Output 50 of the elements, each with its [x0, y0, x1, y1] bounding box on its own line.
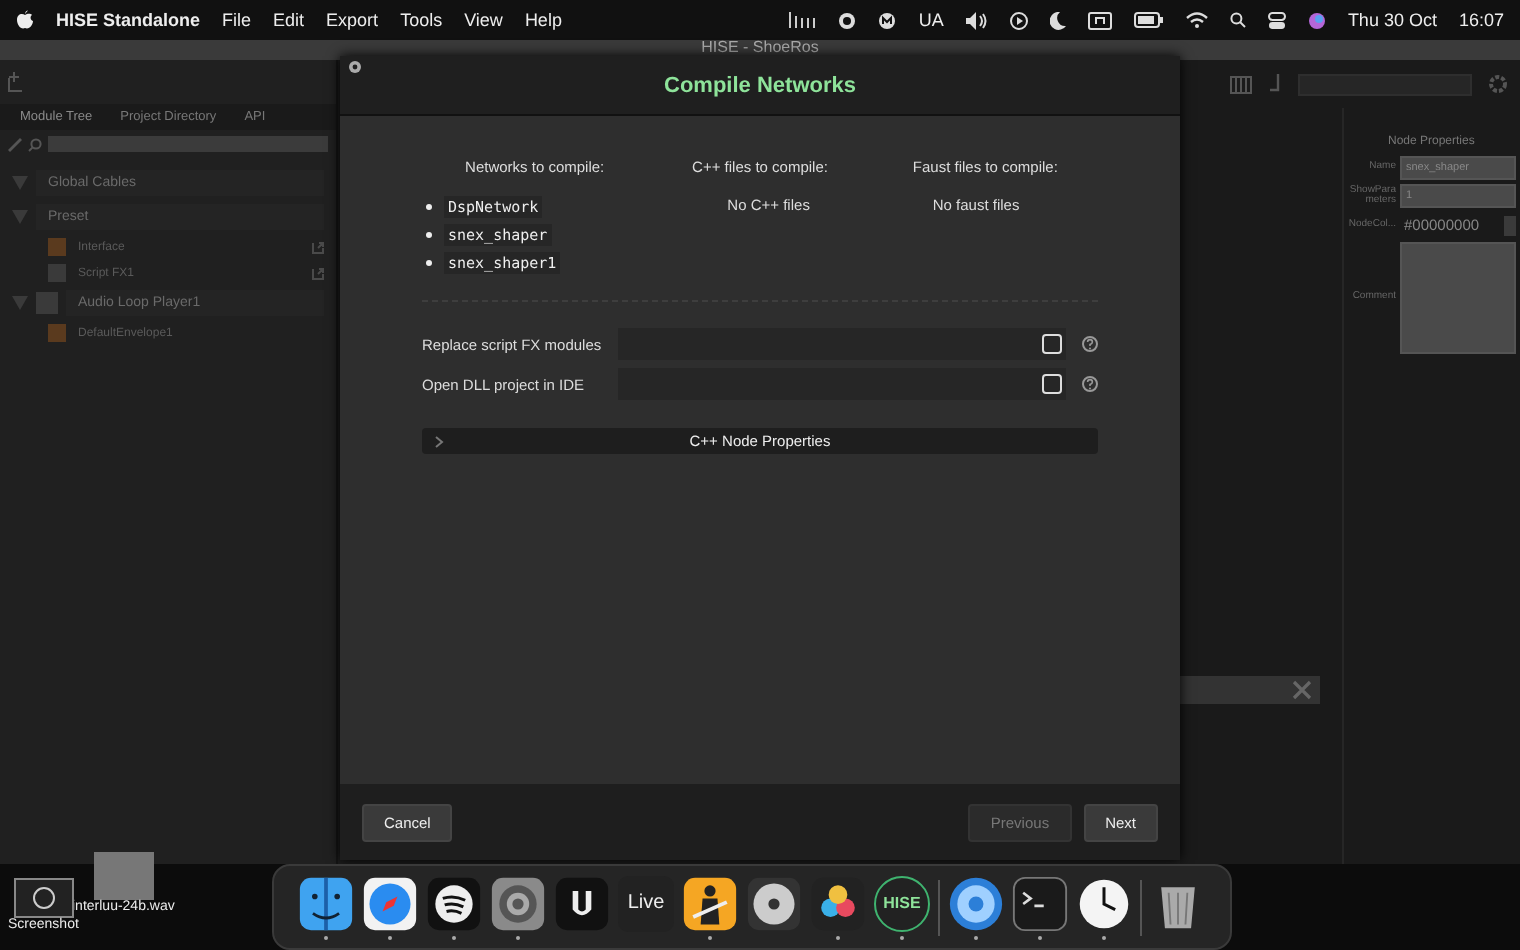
window-title: HISE - ShoeRos [701, 40, 819, 56]
menu-item[interactable]: View [464, 10, 503, 30]
play-icon[interactable] [1009, 11, 1028, 29]
square-icon[interactable] [1087, 11, 1112, 29]
chevron-icon [434, 435, 444, 447]
help-icon[interactable] [1082, 336, 1098, 352]
menubar-time[interactable]: 16:07 [1458, 10, 1504, 30]
screenshot-thumbnail-icon[interactable] [13, 878, 74, 918]
dialog-title: Compile Networks [664, 73, 856, 97]
volume-icon[interactable] [965, 11, 988, 29]
terminal-icon[interactable] [1012, 875, 1068, 931]
circle-icon[interactable] [838, 11, 857, 29]
checkbox[interactable] [1042, 334, 1062, 354]
app-menu[interactable]: HISE Standalone [56, 10, 201, 30]
menu-item[interactable]: Help [524, 10, 562, 30]
help-icon[interactable] [1082, 376, 1098, 392]
finder-icon[interactable] [298, 875, 354, 931]
module-icon [36, 292, 58, 314]
checkbox[interactable] [1042, 374, 1062, 394]
comment-field[interactable] [1400, 242, 1516, 354]
u-logo-icon[interactable] [554, 875, 610, 931]
menu-item[interactable]: Tools [400, 10, 443, 30]
bullet-icon [426, 204, 432, 210]
bullet-icon [426, 260, 432, 266]
battery-icon[interactable] [1133, 12, 1164, 28]
app-icon[interactable]: Live [618, 875, 674, 931]
clock-icon[interactable] [1076, 875, 1132, 931]
toggles-icon[interactable] [1267, 11, 1286, 29]
app-icon[interactable]: HISE [874, 875, 930, 931]
menubar-date[interactable]: Thu 30 Oct [1347, 10, 1437, 30]
orb-icon[interactable] [1307, 11, 1326, 29]
circle-icon[interactable] [878, 11, 897, 29]
bullet-icon [426, 232, 432, 238]
guitarist-icon[interactable] [682, 875, 738, 931]
moon-icon[interactable] [1049, 11, 1066, 29]
search-field[interactable] [48, 136, 328, 152]
settings-icon[interactable] [490, 875, 546, 931]
input-source[interactable]: UA [918, 10, 944, 30]
compass-icon[interactable] [362, 875, 418, 931]
wifi-icon[interactable] [1185, 12, 1208, 28]
globe-icon[interactable] [948, 875, 1004, 931]
music-icon[interactable] [426, 875, 482, 931]
apple-logo-icon[interactable] [16, 10, 34, 30]
menu-item[interactable]: Edit [273, 10, 305, 30]
settings-icon[interactable] [348, 60, 362, 74]
menu-item[interactable]: Export [326, 10, 379, 30]
color-picker-button[interactable] [1504, 215, 1516, 235]
menu-item[interactable]: File [222, 10, 252, 30]
bars-icon[interactable] [788, 12, 817, 28]
module-icon [48, 324, 66, 342]
